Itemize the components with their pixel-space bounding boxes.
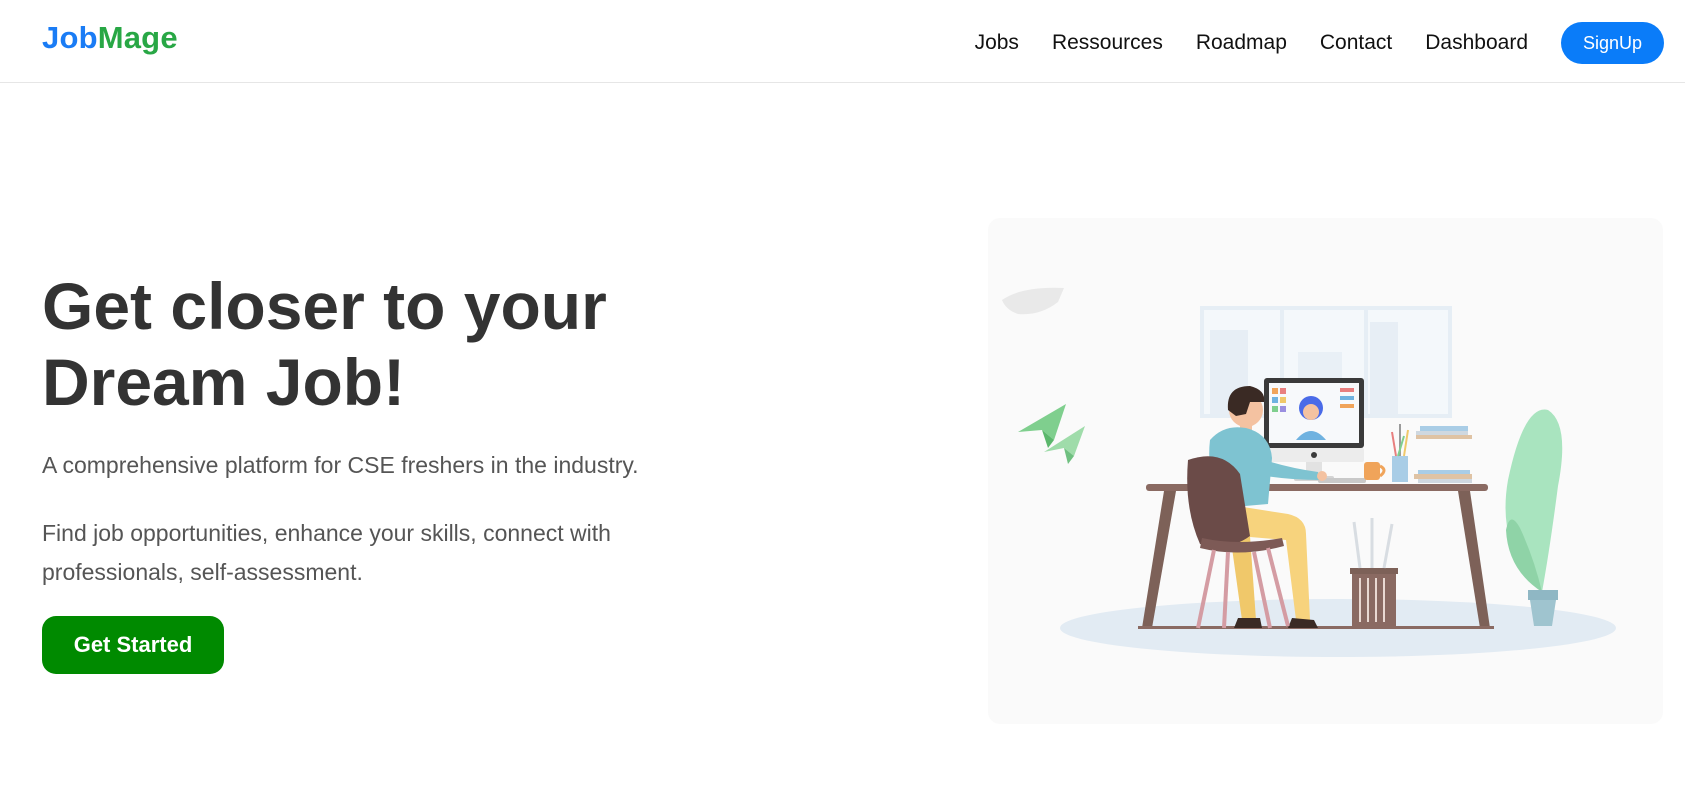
brand-logo-part-mage: Mage — [97, 20, 178, 55]
navbar: JobMage Jobs Ressources Roadmap Contact … — [0, 0, 1685, 83]
hero-title-line-1: Get closer to your — [42, 269, 607, 343]
nav-link-contact[interactable]: Contact — [1320, 28, 1392, 58]
hero-title-line-2: Dream Job! — [42, 345, 406, 419]
nav-link-ressources[interactable]: Ressources — [1052, 28, 1163, 58]
nav-links: Jobs Ressources Roadmap Contact Dashboar… — [975, 22, 1664, 64]
nav-link-dashboard[interactable]: Dashboard — [1425, 28, 1528, 58]
hero-subtitle: A comprehensive platform for CSE fresher… — [42, 452, 639, 478]
hero-title: Get closer to your Dream Job! — [42, 268, 742, 420]
hero-description: Find job opportunities, enhance your ski… — [42, 520, 611, 585]
nav-link-jobs[interactable]: Jobs — [975, 28, 1019, 58]
nav-link-roadmap[interactable]: Roadmap — [1196, 28, 1287, 58]
brand-logo-part-job: Job — [42, 20, 98, 55]
hero-illustration-card — [988, 218, 1663, 724]
person-working-at-desk-illustration — [1002, 287, 1616, 657]
get-started-button[interactable]: Get Started — [42, 616, 224, 674]
signup-button[interactable]: SignUp — [1561, 22, 1664, 64]
brand-logo[interactable]: JobMage — [42, 18, 178, 58]
